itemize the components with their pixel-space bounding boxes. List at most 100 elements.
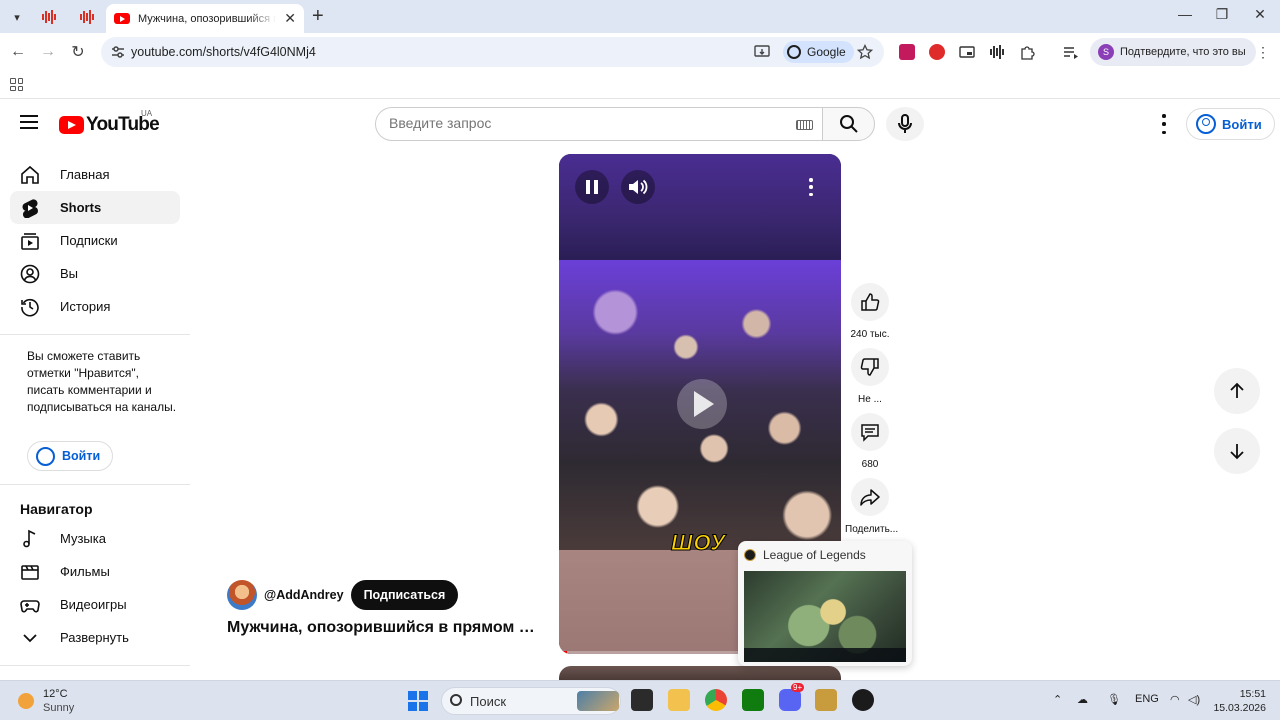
comment-count: 680 — [861, 459, 879, 470]
header-signin-button[interactable]: Войти — [1186, 108, 1275, 140]
task-view-icon[interactable] — [631, 689, 653, 711]
file-explorer-icon[interactable] — [668, 689, 690, 711]
weather-temperature[interactable]: 12°C — [43, 688, 68, 700]
reload-button[interactable]: ↻ — [68, 42, 88, 62]
sidebar-item-you[interactable]: Вы — [10, 257, 180, 290]
bookmarks-bar — [0, 71, 1280, 99]
weather-description[interactable]: Sunny — [43, 702, 74, 714]
preview-thumbnail[interactable] — [744, 571, 906, 662]
app-icon[interactable] — [852, 689, 874, 711]
taskbar-search[interactable]: Поиск — [441, 687, 621, 715]
sidebar-item-label: Подписки — [60, 233, 118, 248]
clock-time: 15:51 — [1239, 688, 1266, 700]
short-title[interactable]: Мужчина, опозорившийся в прямом эфире — [227, 619, 537, 637]
language-indicator[interactable]: ENG — [1135, 693, 1159, 705]
sidebar-item-movies[interactable]: Фильмы — [10, 555, 180, 588]
share-action[interactable]: Поделить... — [845, 478, 898, 535]
maximize-button[interactable]: ❐ — [1212, 6, 1232, 23]
windows-taskbar: 12°C Sunny Поиск 9+ ⌃ ☁ 🎙 ENG ◠ ◁) 15:51… — [0, 680, 1280, 720]
url-text[interactable]: youtube.com/shorts/v4fG4l0NMj4 — [131, 45, 316, 59]
google-lens-chip[interactable]: Google — [783, 41, 854, 63]
search-input[interactable] — [389, 115, 789, 131]
sidebar-item-music[interactable]: Музыка — [10, 522, 180, 555]
pinned-tab-2[interactable] — [78, 7, 98, 27]
clock[interactable]: 15:51 15.03.2026 — [1210, 687, 1266, 715]
region-code: UA — [141, 109, 153, 118]
sidebar: Главная Shorts Подписки Вы История Вы см… — [0, 157, 190, 680]
chrome-icon[interactable] — [705, 689, 727, 711]
previous-short-button[interactable] — [1214, 368, 1260, 414]
tab-search-button[interactable]: ▾ — [6, 6, 28, 28]
volume-icon — [629, 179, 648, 195]
address-bar[interactable]: youtube.com/shorts/v4fG4l0NMj4 Google — [101, 37, 884, 67]
comments-action[interactable]: 680 — [845, 413, 895, 470]
picture-in-picture-icon[interactable] — [959, 44, 975, 60]
ublock-extension-icon[interactable] — [899, 44, 915, 60]
pinned-tab-1[interactable] — [40, 7, 60, 27]
browser-menu-icon[interactable]: ⋮ — [1253, 42, 1273, 62]
video-more-icon[interactable] — [801, 178, 821, 196]
back-button[interactable]: ← — [8, 42, 28, 62]
show-hidden-icons-icon[interactable]: ⌃ — [1053, 693, 1062, 706]
pause-button[interactable] — [575, 170, 609, 204]
sun-weather-icon[interactable] — [18, 693, 34, 709]
volume-button[interactable] — [621, 170, 655, 204]
youtube-logo[interactable]: YouTube UA — [59, 109, 160, 136]
dislike-button[interactable] — [851, 348, 889, 386]
profile-verify-chip[interactable]: S Подтвердите, что это вы — [1090, 38, 1256, 66]
sidebar-item-shorts[interactable]: Shorts — [10, 191, 180, 224]
voice-search-button[interactable] — [886, 107, 924, 141]
xbox-icon[interactable] — [742, 689, 764, 711]
settings-kebab-icon[interactable] — [1155, 114, 1173, 134]
discord-icon[interactable]: 9+ — [779, 683, 805, 711]
audio-extension-icon[interactable] — [989, 44, 1005, 60]
sidebar-item-subscriptions[interactable]: Подписки — [10, 224, 180, 257]
new-tab-button[interactable]: + — [312, 6, 324, 26]
taskbar-window-preview[interactable]: League of Legends — [738, 541, 912, 666]
search-highlight-image — [577, 691, 619, 711]
subscribe-button[interactable]: Подписаться — [350, 579, 459, 610]
close-window-button[interactable]: ✕ — [1250, 6, 1270, 23]
tab-close-icon[interactable]: ✕ — [284, 10, 296, 27]
minimize-button[interactable]: — — [1175, 6, 1195, 22]
sidebar-item-gaming[interactable]: Видеоигры — [10, 588, 180, 621]
explore-section-title: Навигатор — [20, 501, 93, 517]
share-button[interactable] — [851, 478, 889, 516]
league-client-icon[interactable] — [815, 689, 837, 711]
channel-name[interactable]: @AddAndrey — [264, 588, 344, 602]
thumbs-up-icon — [861, 293, 880, 311]
sidebar-item-expand[interactable]: Развернуть — [10, 621, 180, 654]
keyboard-icon[interactable] — [796, 120, 813, 130]
bookmark-star-icon[interactable] — [857, 44, 873, 60]
next-short-preview[interactable] — [559, 666, 841, 680]
taskbar-search-label: Поиск — [470, 694, 507, 709]
play-overlay-icon[interactable] — [677, 379, 727, 429]
wifi-icon[interactable]: ◠ — [1170, 693, 1180, 706]
microphone-tray-icon[interactable]: 🎙 — [1107, 693, 1121, 706]
start-windows-icon[interactable] — [408, 691, 428, 711]
active-tab[interactable]: Мужчина, опозорившийся в прямом эфире ✕ — [106, 4, 304, 33]
sidebar-divider — [0, 484, 190, 485]
like-button[interactable] — [851, 283, 889, 321]
media-queue-icon[interactable] — [1063, 44, 1079, 60]
sidebar-item-home[interactable]: Главная — [10, 158, 180, 191]
sidebar-item-history[interactable]: История — [10, 290, 180, 323]
extensions-puzzle-icon[interactable] — [1019, 44, 1035, 60]
signin-note: Вы сможете ставить отметки "Нравится", п… — [27, 349, 177, 414]
sidebar-signin-button[interactable]: Войти — [27, 441, 114, 471]
apps-grid-icon[interactable] — [10, 78, 23, 91]
like-action[interactable]: 240 тыс. — [845, 283, 895, 340]
lens-icon — [787, 45, 801, 59]
install-app-icon[interactable] — [754, 44, 770, 60]
next-short-button[interactable] — [1214, 428, 1260, 474]
onedrive-icon[interactable]: ☁ — [1077, 693, 1088, 706]
channel-avatar[interactable] — [227, 579, 257, 610]
speaker-icon[interactable]: ◁) — [1188, 693, 1200, 706]
menu-hamburger-icon[interactable] — [20, 115, 38, 133]
search-button[interactable] — [822, 107, 875, 141]
forward-button[interactable]: → — [38, 42, 58, 62]
site-info-icon[interactable] — [110, 44, 126, 60]
dislike-action[interactable]: Не ... — [845, 348, 895, 405]
adblock-extension-icon[interactable] — [929, 44, 945, 60]
comments-button[interactable] — [851, 413, 889, 451]
